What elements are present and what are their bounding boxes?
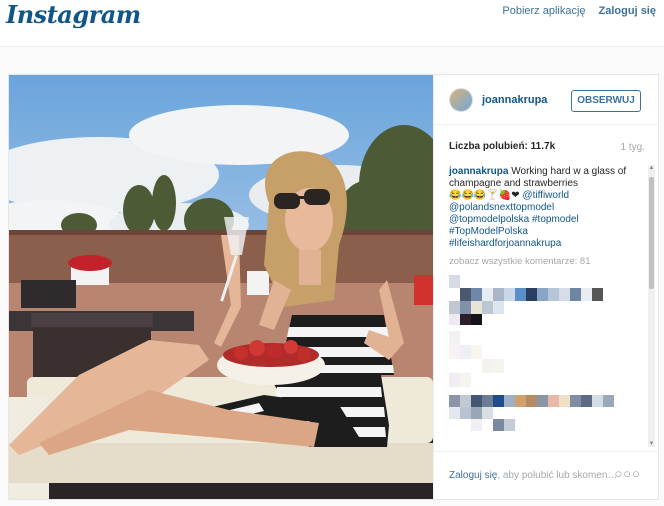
footer-login-link[interactable]: Zaloguj się [449,470,497,481]
comments-scrollbar[interactable]: ▲ ▼ [648,165,655,447]
post-time[interactable]: 1 tyg. [621,142,645,153]
footer-prompt: , aby polubić lub skomen… [497,470,618,481]
mention-polandsnexttopmodel[interactable]: @polandsnexttopmodel [449,202,554,213]
top-bar: Instagram Pobierz aplikację Zaloguj się [0,0,664,47]
mention-topmodelpolska[interactable]: @topmodelpolska [449,214,529,225]
blurred-comment [449,395,614,431]
blurred-comment [449,275,603,325]
avatar[interactable] [449,88,473,112]
scroll-up-icon[interactable]: ▲ [648,165,655,171]
caption-emoji: 😂😂😂🍸🍓❤ [449,190,520,201]
login-link[interactable]: Zaloguj się [599,5,656,17]
comments-section: joannakrupa Working hard w a glass of ch… [434,163,659,451]
post-card: joannakrupa OBSERWUJ Liczba polubień: 11… [8,74,659,500]
post-photo[interactable] [9,75,433,499]
post-username[interactable]: joannakrupa [482,94,547,106]
more-options-icon[interactable]: ○○○ [614,466,641,481]
post-header: joannakrupa OBSERWUJ [434,75,659,125]
caption-username[interactable]: joannakrupa [449,166,508,177]
hashtag-topmodelpolska[interactable]: #TopModelPolska [449,226,528,237]
mention-tiffiworld[interactable]: @tiffiworld [522,190,569,201]
scrollbar-thumb[interactable] [649,177,654,289]
top-nav: Pobierz aplikację Zaloguj się [502,5,656,17]
instagram-logo[interactable]: Instagram [6,0,141,29]
post-footer: Zaloguj się, aby polubić lub skomen… ○○○ [434,451,659,500]
likes-count: Liczba polubień: 11.7k [449,141,556,152]
follow-button[interactable]: OBSERWUJ [571,90,641,112]
hashtag-topmodel[interactable]: #topmodel [532,214,579,225]
get-app-link[interactable]: Pobierz aplikację [502,5,585,17]
view-all-comments-link[interactable]: zobacz wszystkie komentarze: 81 [449,256,591,267]
post-caption: joannakrupa Working hard w a glass of ch… [449,166,644,250]
hashtag-lifeishardforjoannakrupa[interactable]: #lifeishardforjoannakrupa [449,238,561,249]
footer-text: Zaloguj się, aby polubić lub skomen… [449,470,617,481]
scroll-down-icon[interactable]: ▼ [648,441,655,447]
post-sidebar: joannakrupa OBSERWUJ Liczba polubień: 11… [433,75,659,499]
blurred-comment [449,331,504,387]
